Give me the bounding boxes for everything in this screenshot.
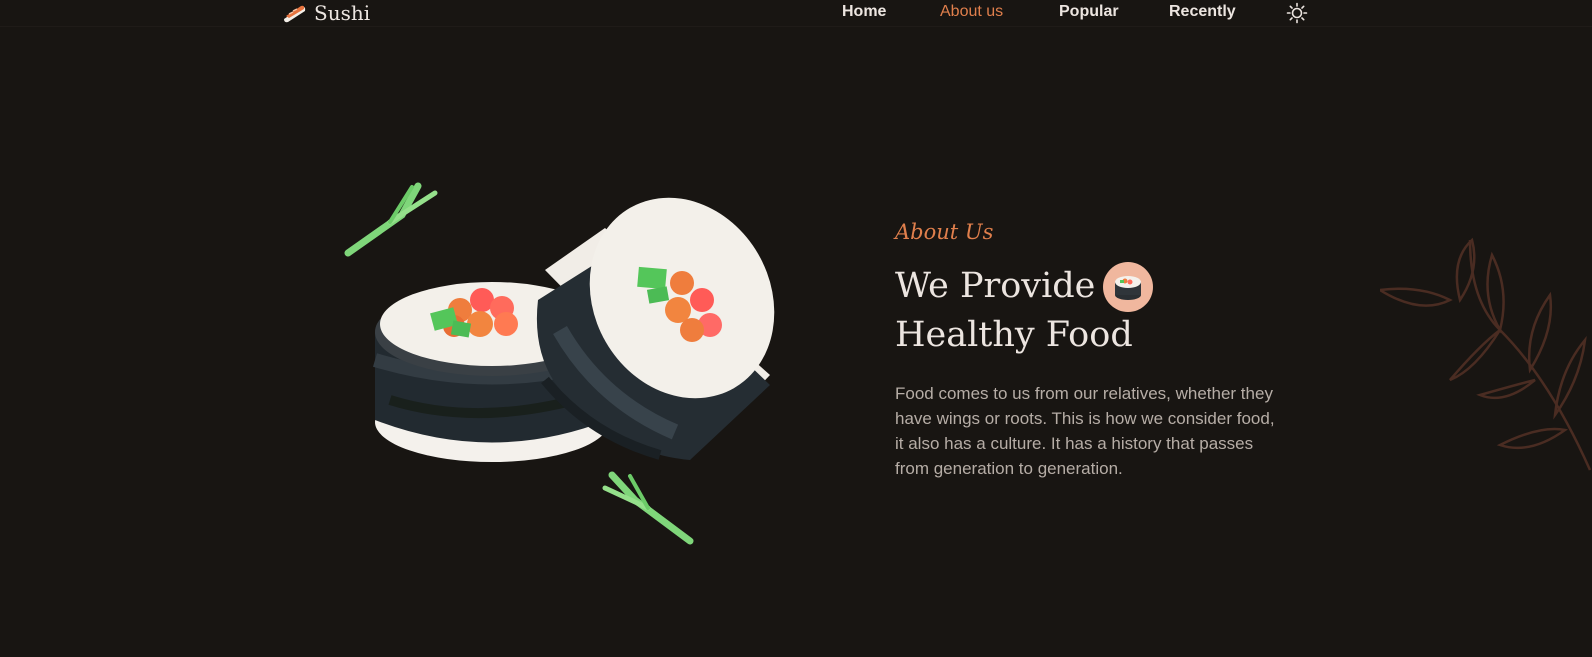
header: Sushi Home About us Popular Recently <box>0 0 1592 27</box>
nav-about-us[interactable]: About us <box>940 3 1003 21</box>
leaf-branch-icon <box>1376 237 1592 471</box>
sushi-nigiri-icon <box>284 5 306 23</box>
sushi-badge <box>1103 262 1153 312</box>
theme-toggle-button[interactable] <box>1286 2 1308 28</box>
nav-popular[interactable]: Popular <box>1059 3 1119 21</box>
sushi-roll-icon <box>1115 276 1141 300</box>
sun-icon <box>1286 2 1308 24</box>
section-title-line-1: We Provide <box>895 266 1096 306</box>
nav-recently[interactable]: Recently <box>1169 3 1236 21</box>
section-subtitle: About Us <box>895 220 994 244</box>
logo[interactable]: Sushi <box>282 0 370 26</box>
nav-home[interactable]: Home <box>842 3 886 21</box>
sushi-hero-image <box>330 170 790 564</box>
leaf-decoration <box>1376 220 1592 524</box>
section-title-line-2: Healthy Food <box>895 315 1133 355</box>
sushi-roll-right <box>536 197 775 460</box>
section-description: Food comes to us from our relatives, whe… <box>895 384 1275 478</box>
logo-text: Sushi <box>314 1 371 25</box>
section-title: We Provide Healthy Food <box>895 262 1133 360</box>
